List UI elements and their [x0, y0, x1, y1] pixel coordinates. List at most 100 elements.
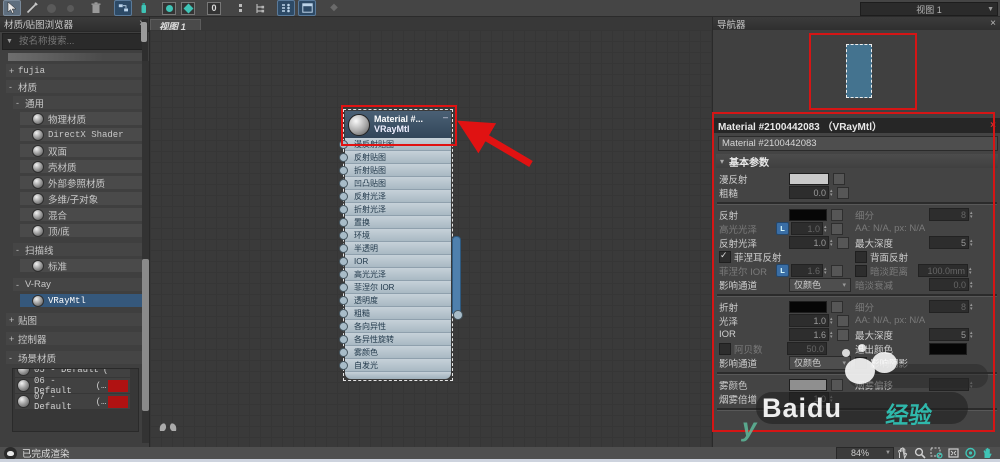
scene-material-row[interactable]: 07 - Default (…: [15, 394, 130, 409]
reflect-color-swatch[interactable]: [789, 209, 827, 221]
layout-vertical-icon[interactable]: [232, 1, 248, 15]
slot-connector-icon[interactable]: [339, 192, 348, 201]
expand-toggle-icon[interactable]: -: [9, 353, 18, 363]
scrollbar-thumb[interactable]: [141, 22, 147, 42]
ior-map-button[interactable]: [837, 329, 849, 341]
refract-subdivs-spinner[interactable]: 8: [929, 300, 969, 313]
refract-gloss-spinner[interactable]: 1.0: [789, 314, 829, 327]
slot-connector-icon[interactable]: [339, 218, 348, 227]
reflect-gloss-spinner[interactable]: 1.0: [789, 236, 829, 249]
node-slot[interactable]: 高光光泽: [345, 268, 451, 281]
zoom-percent-dropdown[interactable]: 84% ▼: [836, 447, 894, 460]
material-browser-toggle-icon[interactable]: [277, 0, 295, 16]
browser-row[interactable]: - 扫描线: [13, 243, 145, 256]
roughness-map-button[interactable]: [837, 187, 849, 199]
expand-toggle-icon[interactable]: -: [16, 245, 25, 255]
hilight-gloss-spinner[interactable]: 1.0: [791, 222, 823, 235]
node-slot[interactable]: 自发光: [345, 359, 451, 372]
slot-connector-icon[interactable]: [339, 283, 348, 292]
exit-color-swatch[interactable]: [929, 343, 967, 355]
spinner-arrows-icon[interactable]: [970, 239, 973, 247]
close-icon[interactable]: [990, 120, 996, 131]
reflect-map-button[interactable]: [831, 209, 843, 221]
spinner-arrows-icon[interactable]: [970, 211, 973, 219]
slot-connector-icon[interactable]: [339, 296, 348, 305]
diffuse-map-button[interactable]: [833, 173, 845, 185]
affect-shadows-checkbox[interactable]: [855, 357, 867, 369]
node-slot[interactable]: 半透明: [345, 242, 451, 255]
node-slot[interactable]: 透明度: [345, 294, 451, 307]
slot-connector-icon[interactable]: [339, 309, 348, 318]
spinner-arrows-icon[interactable]: [824, 267, 827, 275]
view-selector-dropdown[interactable]: 视图 1 ▼: [860, 2, 998, 16]
reflect-gloss-map-button[interactable]: [837, 237, 849, 249]
node-slot[interactable]: 置换: [345, 216, 451, 229]
spinner-arrows-icon[interactable]: [969, 267, 972, 275]
browser-row[interactable]: 物理材质: [20, 112, 145, 125]
node-slot[interactable]: 反射光泽: [345, 190, 451, 203]
slot-connector-icon[interactable]: [339, 257, 348, 266]
scrollbar-thumb[interactable]: [142, 259, 149, 411]
parameter-panel-titlebar[interactable]: Material #2100442083 （VRayMtl）: [713, 118, 1000, 133]
refract-gloss-map-button[interactable]: [837, 315, 849, 327]
browser-row[interactable]: + fujia: [6, 64, 145, 77]
roughness-spinner[interactable]: 0.0: [789, 186, 829, 199]
fog-color-swatch[interactable]: [789, 379, 827, 391]
fresnel-checkbox[interactable]: [719, 251, 731, 263]
fog-multiplier-spinner[interactable]: 1.0: [789, 392, 829, 405]
lock-button[interactable]: L: [776, 264, 789, 277]
browser-row[interactable]: [8, 53, 145, 61]
eyedropper-icon[interactable]: [24, 1, 40, 15]
refract-color-swatch[interactable]: [789, 301, 827, 313]
slot-connector-icon[interactable]: [339, 348, 348, 357]
browser-row[interactable]: 顶/底: [20, 224, 145, 237]
zoom-region-icon[interactable]: [928, 447, 945, 460]
node-slot[interactable]: 各异性旋转: [345, 333, 451, 346]
slot-connector-icon[interactable]: [339, 361, 348, 370]
node-slot[interactable]: 环境: [345, 229, 451, 242]
browser-row[interactable]: + 贴图: [6, 313, 145, 326]
node-slot[interactable]: 反射贴图: [345, 151, 451, 164]
node-side-scrollbar[interactable]: [452, 236, 461, 316]
zoom-extents-selected-icon[interactable]: [962, 447, 979, 460]
spinner-arrows-icon[interactable]: [830, 317, 833, 325]
search-bar[interactable]: [2, 33, 147, 50]
browser-row[interactable]: - 材质: [6, 80, 145, 93]
node-slot[interactable]: 菲涅尔 IOR: [345, 281, 451, 294]
browser-row[interactable]: 外部参照材质: [20, 176, 145, 189]
slot-connector-icon[interactable]: [339, 231, 348, 240]
spinner-arrows-icon[interactable]: [970, 303, 973, 311]
slot-connector-icon[interactable]: [339, 166, 348, 175]
zoom-tool-icon[interactable]: [911, 447, 928, 460]
fog-bias-spinner[interactable]: [929, 378, 969, 391]
rollout-basic-parameters[interactable]: 基本参数: [716, 154, 998, 168]
slot-connector-icon[interactable]: [339, 179, 348, 188]
browser-row[interactable]: DirectX Shader: [20, 128, 145, 141]
auto-layout-icon[interactable]: [114, 0, 132, 16]
spinner-arrows-icon[interactable]: [970, 381, 973, 389]
slot-connector-icon[interactable]: [339, 270, 348, 279]
fog-color-map-button[interactable]: [831, 379, 843, 391]
material-node[interactable]: Material #... VRayMtl – 漫反射贴图 反射贴图: [343, 109, 453, 381]
slot-connector-icon[interactable]: [339, 335, 348, 344]
show-background-icon[interactable]: [161, 1, 177, 15]
spinner-arrows-icon[interactable]: [830, 395, 833, 403]
expand-toggle-icon[interactable]: -: [16, 98, 25, 108]
delete-icon[interactable]: [88, 1, 104, 15]
reflect-maxdepth-spinner[interactable]: 5: [929, 236, 969, 249]
node-slot[interactable]: 凹凸贴图: [345, 177, 451, 190]
slot-connector-icon[interactable]: [339, 322, 348, 331]
browser-row[interactable]: 标准: [20, 259, 145, 272]
close-icon[interactable]: [990, 19, 996, 29]
node-canvas[interactable]: Material #... VRayMtl – 漫反射贴图 反射贴图: [150, 30, 712, 447]
node-slot[interactable]: 折射贴图: [345, 164, 451, 177]
show-numbers-icon[interactable]: 0: [206, 1, 222, 15]
refract-map-button[interactable]: [831, 301, 843, 313]
search-input[interactable]: [17, 35, 131, 48]
spinner-arrows-icon[interactable]: [824, 225, 827, 233]
abbe-spinner[interactable]: 50.0: [787, 342, 827, 355]
browser-row[interactable]: 壳材质: [20, 160, 145, 173]
layout-children-icon[interactable]: [251, 1, 267, 15]
browser-panel-header[interactable]: 材质/贴图浏览器: [0, 17, 149, 32]
reflect-affect-channels-dropdown[interactable]: 仅颜色: [789, 278, 851, 292]
